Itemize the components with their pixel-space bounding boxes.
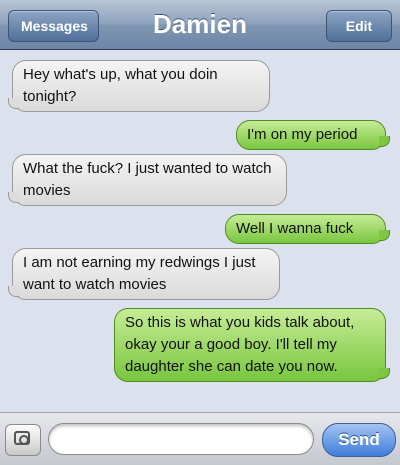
camera-icon	[14, 431, 30, 445]
incoming-message-bubble: I am not earning my redwings I just want…	[8, 248, 280, 300]
outgoing-message-bubble: So this is what you kids talk about, oka…	[114, 308, 390, 382]
incoming-message-bubble: What the fuck? I just wanted to watch mo…	[8, 154, 287, 206]
incoming-message-bubble: Hey what's up, what you doin tonight?	[8, 60, 270, 112]
send-button[interactable]: Send	[322, 423, 396, 457]
outgoing-message-bubble: I'm on my period	[236, 120, 390, 150]
camera-button[interactable]	[5, 424, 41, 456]
message-input[interactable]	[48, 423, 314, 455]
navigation-bar: Messages Damien Edit	[0, 0, 400, 50]
edit-button[interactable]: Edit	[326, 10, 392, 42]
outgoing-message-bubble: Well I wanna fuck	[225, 214, 390, 244]
message-thread[interactable]: Hey what's up, what you doin tonight? I'…	[0, 50, 400, 412]
compose-bar: Send	[0, 412, 400, 465]
